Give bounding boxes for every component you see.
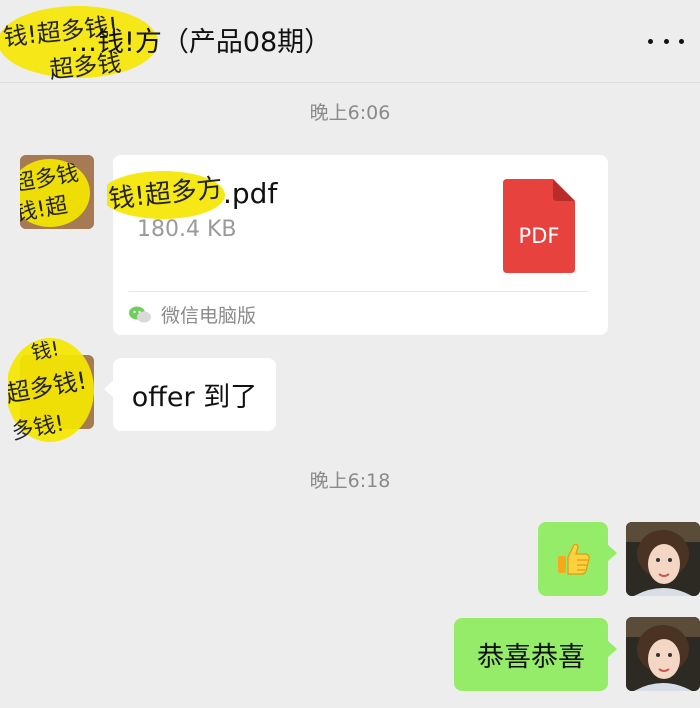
avatar[interactable]: 超多钱 钱!超 (20, 155, 94, 229)
message-bubble[interactable]: 恭喜恭喜 (454, 618, 617, 691)
avatar[interactable] (626, 522, 700, 596)
file-source-label: 微信电脑版 (161, 305, 257, 327)
file-name: .pdf (223, 177, 278, 210)
avatar-redaction-scribble: 超多钱 钱!超 (20, 155, 94, 229)
file-size: 180.4 KB (137, 217, 237, 242)
avatar-redaction-scribble: 钱! 超多钱! 多钱! (4, 336, 94, 445)
message-bubble[interactable] (538, 522, 617, 596)
avatar-photo (626, 617, 700, 691)
divider (129, 291, 588, 292)
avatar-photo (626, 522, 700, 596)
more-dots-icon[interactable] (648, 26, 684, 56)
pdf-file-icon: PDF (503, 179, 575, 273)
avatar[interactable]: 钱! 超多钱! 多钱! (4, 335, 98, 445)
pdf-type-label: PDF (519, 224, 560, 248)
file-message-card[interactable]: 钱!超多方 .pdf 180.4 KB PDF 微信电脑版 (107, 155, 608, 335)
thumbs-up-emoji-icon (558, 543, 590, 575)
wechat-icon (129, 306, 151, 322)
chat-title: …钱!方（产品08期） (70, 27, 332, 58)
message-timestamp: 晚上6:18 (309, 470, 391, 492)
message-timestamp: 晚上6:06 (309, 102, 391, 124)
svg-text:钱!: 钱! (29, 336, 61, 365)
file-source: 微信电脑版 (129, 301, 256, 328)
filename-redaction-scribble: 钱!超多方 (107, 171, 225, 219)
chat-header: 钱!超多钱! 超多钱 …钱!方（产品08期） (0, 0, 700, 83)
message-bubble[interactable]: offer 到了 (104, 358, 276, 431)
avatar[interactable] (626, 617, 700, 691)
